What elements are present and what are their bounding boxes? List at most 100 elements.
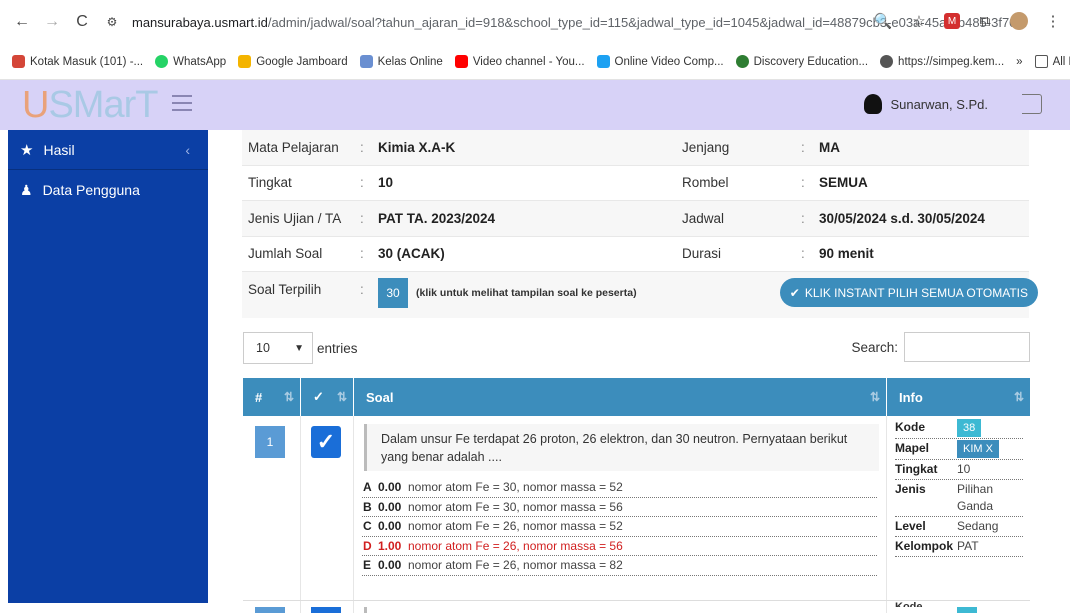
info-value: 90 menit [819,246,874,262]
youtube-icon [454,55,468,68]
bookmark-item[interactable]: https://simpeg.kem... [880,55,1004,68]
puzzle-icon[interactable]: ⧉ [974,10,996,32]
question-meta: Kode 38 Mapel KIM X Tingkat 10 Jenis Pilihan… [895,418,1023,557]
column-header-label: Info [899,389,923,405]
bookmark-label: Google Jamboard [256,55,348,68]
soal-terpilih-count-button[interactable]: 30 [378,278,408,308]
chevron-down-icon: ▼ [294,342,304,354]
bookmark-item[interactable]: Video channel - You... [454,55,585,68]
info-label: Rombel [682,175,729,191]
auto-select-label: KLIK INSTANT PILIH SEMUA OTOMATIS [804,285,1028,300]
user-menu[interactable]: Sunarwan, S.Pd. [864,94,988,114]
bookmark-star-icon[interactable]: ☆ [908,10,930,32]
meta-key: Kode [895,601,923,607]
app-logo[interactable]: USMarT [22,84,158,127]
row-number-badge[interactable] [255,607,285,613]
info-label: Durasi [682,246,722,262]
row-number-badge[interactable]: 1 [255,426,285,458]
info-row: Jenis Ujian / TA : PAT TA. 2023/2024 Jad… [242,201,1029,237]
all-bookmarks[interactable]: All Bookmarks [1034,55,1070,68]
auto-select-all-button[interactable]: ✔ KLIK INSTANT PILIH SEMUA OTOMATIS [779,278,1038,307]
info-row: Tingkat : 10 Rombel : SEMUA [242,166,1029,201]
meta-key: Kode [895,420,925,434]
bookmark-item[interactable]: Kotak Masuk (101) -... [12,55,143,68]
gmail-icon [12,55,25,68]
whatsapp-icon [155,55,169,68]
option-text: nomor atom Fe = 30, nomor massa = 56 [408,499,623,514]
info-sep: : [360,210,364,226]
column-header-label: Soal [366,389,394,405]
option-key: B [363,499,372,514]
info-value: 10 [378,175,394,191]
info-value: SEMUA [819,175,868,191]
kode-badge: 38 [957,419,982,437]
info-row: Jumlah Soal : 30 (ACAK) Durasi : 90 meni… [242,237,1029,272]
info-value: PAT TA. 2023/2024 [378,210,496,226]
reload-icon[interactable]: C [70,10,94,34]
option-key: D [363,538,372,553]
search-input[interactable] [904,332,1030,362]
app-header: USMarT Sunarwan, S.Pd. [0,80,1070,130]
selected-checkbox[interactable]: ✓ [311,426,341,458]
zoom-icon[interactable]: 🔍 [872,10,894,32]
search-control: Search: [851,332,1030,362]
info-value: Kimia X.A-K [378,139,456,155]
menu-kebab-icon[interactable]: ⋮ [1042,10,1064,32]
questions-table: # ⇅ ✓ ⇅ Soal ⇅ Info ⇅ 1 ✓ Dalam unsur Fe ter… [243,378,1030,613]
sidebar-item-label: Data Pengguna [42,182,140,198]
selected-checkbox[interactable] [311,607,341,613]
soal-terpilih-note: (klik untuk melihat tampilan soal ke pes… [416,287,637,299]
option-score: 0.00 [378,519,402,534]
forward-icon[interactable]: → [40,10,64,34]
column-header-soal[interactable]: Soal ⇅ [354,378,887,416]
sidebar-item-label: Hasil [43,141,75,158]
table-header: # ⇅ ✓ ⇅ Soal ⇅ Info ⇅ [243,378,1030,416]
meta-key: Level [895,519,926,533]
main-content: Mata Pelajaran : Kimia X.A-K Jenjang : M… [208,130,1050,613]
sidebar: ★ Hasil ‹ ♟ Data Pengguna [8,130,208,603]
question-cell: Dalam unsur Fe terdapat 26 proton, 26 el… [354,416,887,600]
meta-key: Kelompok [895,539,954,553]
meta-value: Pilihan Ganda [957,482,994,513]
info-label: Tingkat [248,175,292,191]
bookmark-item[interactable]: Google Jamboard [238,55,348,68]
sidebar-item-hasil[interactable]: ★ Hasil ‹ [8,130,208,170]
column-header-info[interactable]: Info ⇅ [887,378,1030,416]
back-icon[interactable]: ← [10,10,34,34]
profile-avatar-icon[interactable] [1010,12,1028,30]
info-cell: Kode 38 Mapel KIM X Tingkat 10 Jenis Pilihan… [887,416,1030,600]
bookmark-item[interactable]: Kelas Online [359,55,443,68]
meta-row: Level Sedang [895,517,1023,537]
bookmark-item[interactable]: Online Video Comp... [596,55,724,68]
extension-icon[interactable]: M [944,13,960,29]
info-row: Mata Pelajaran : Kimia X.A-K Jenjang : M… [242,130,1029,166]
bookmark-item[interactable]: Discovery Education... [735,55,868,68]
option-score: 0.00 [378,480,402,495]
play-icon [596,55,610,68]
sort-icon: ⇅ [869,390,880,404]
question-text: Dalam unsur Fe terdapat 26 proton, 26 el… [364,424,879,471]
entries-select[interactable]: 10 ▼ [243,332,313,364]
school-icon [359,55,373,68]
answer-option: B 0.00 nomor atom Fe = 30, nomor massa = 5… [362,498,877,517]
info-sep: : [360,139,364,155]
info-value: MA [819,139,840,155]
column-header-number[interactable]: # ⇅ [243,378,301,416]
column-header-label: # [255,389,263,405]
meta-row: Tingkat 10 [895,460,1023,480]
meta-value: Sedang [957,519,999,533]
column-header-check[interactable]: ✓ ⇅ [301,378,354,416]
hamburger-menu-icon[interactable] [172,95,192,111]
site-settings-icon[interactable]: ⚙ [100,10,124,34]
sidebar-item-data-pengguna[interactable]: ♟ Data Pengguna [8,170,208,210]
meta-value: 10 [957,462,971,476]
info-sep: : [801,210,805,226]
bookmark-item[interactable]: WhatsApp [155,55,226,68]
row-check-cell: ✓ [301,416,354,600]
web-icon [880,55,894,68]
info-sep: : [360,175,364,191]
bookmark-label: Video channel - You... [472,55,585,68]
globe-icon [735,55,749,68]
bookmarks-overflow[interactable]: » [1016,56,1022,68]
logout-icon[interactable] [1022,94,1042,114]
